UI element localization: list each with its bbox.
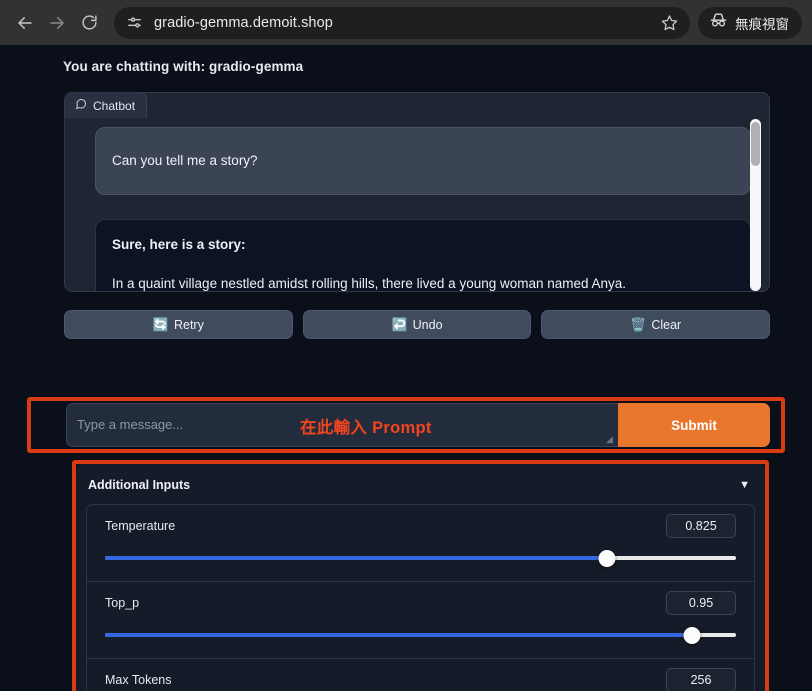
- retry-button[interactable]: 🔄 Retry: [64, 310, 293, 339]
- undo-label: Undo: [412, 317, 443, 332]
- user-message-text: Can you tell me a story?: [112, 153, 258, 169]
- trash-icon: 🗑️: [630, 316, 647, 332]
- chat-scrollbar[interactable]: [750, 119, 761, 291]
- retry-label: Retry: [173, 317, 204, 332]
- chat-action-buttons: 🔄 Retry ↩️ Undo 🗑️ Clear: [64, 310, 771, 339]
- chatting-with-label: You are chatting with: gradio-gemma: [63, 59, 304, 74]
- speech-bubble-icon: [75, 98, 87, 113]
- chat-message-user: Can you tell me a story?: [95, 127, 751, 195]
- clear-label: Clear: [651, 317, 682, 332]
- forward-arrow-icon: [48, 14, 66, 32]
- incognito-label: 無痕視窗: [735, 16, 789, 32]
- browser-toolbar: gradio-gemma.demoit.shop 無痕視窗: [0, 0, 812, 45]
- address-bar[interactable]: gradio-gemma.demoit.shop: [114, 6, 690, 39]
- reload-icon: [81, 14, 98, 31]
- additional-inputs-annotation-box: [72, 460, 769, 691]
- back-button[interactable]: [10, 8, 40, 38]
- back-arrow-icon: [16, 14, 34, 32]
- bot-message-line-1: Sure, here is a story:: [112, 237, 246, 252]
- chatbot-container: Chatbot Can you tell me a story? Sure, h…: [64, 92, 770, 292]
- chat-message-list: Can you tell me a story? Sure, here is a…: [65, 119, 769, 291]
- chatbot-tab-label: Chatbot: [93, 98, 136, 113]
- page-viewport: You are chatting with: gradio-gemma Chat…: [0, 45, 812, 691]
- prompt-annotation-text: 在此輸入 Prompt: [300, 419, 432, 437]
- incognito-indicator[interactable]: 無痕視窗: [698, 6, 802, 39]
- clear-button[interactable]: 🗑️ Clear: [541, 310, 771, 339]
- forward-button[interactable]: [42, 8, 72, 38]
- incognito-hat-icon: [709, 12, 728, 33]
- star-icon[interactable]: [656, 10, 682, 36]
- reload-button[interactable]: [74, 8, 104, 38]
- tune-sliders-icon[interactable]: [122, 11, 146, 35]
- chat-message-bot: Sure, here is a story: In a quaint villa…: [95, 219, 751, 291]
- chat-scrollbar-thumb[interactable]: [751, 122, 760, 166]
- bot-message-line-2: In a quaint village nestled amidst rolli…: [112, 275, 627, 291]
- url-text: gradio-gemma.demoit.shop: [154, 14, 333, 31]
- retry-icon: 🔄: [152, 316, 169, 332]
- undo-button[interactable]: ↩️ Undo: [302, 310, 532, 339]
- undo-icon: ↩️: [391, 316, 408, 332]
- chatbot-tab: Chatbot: [65, 93, 148, 118]
